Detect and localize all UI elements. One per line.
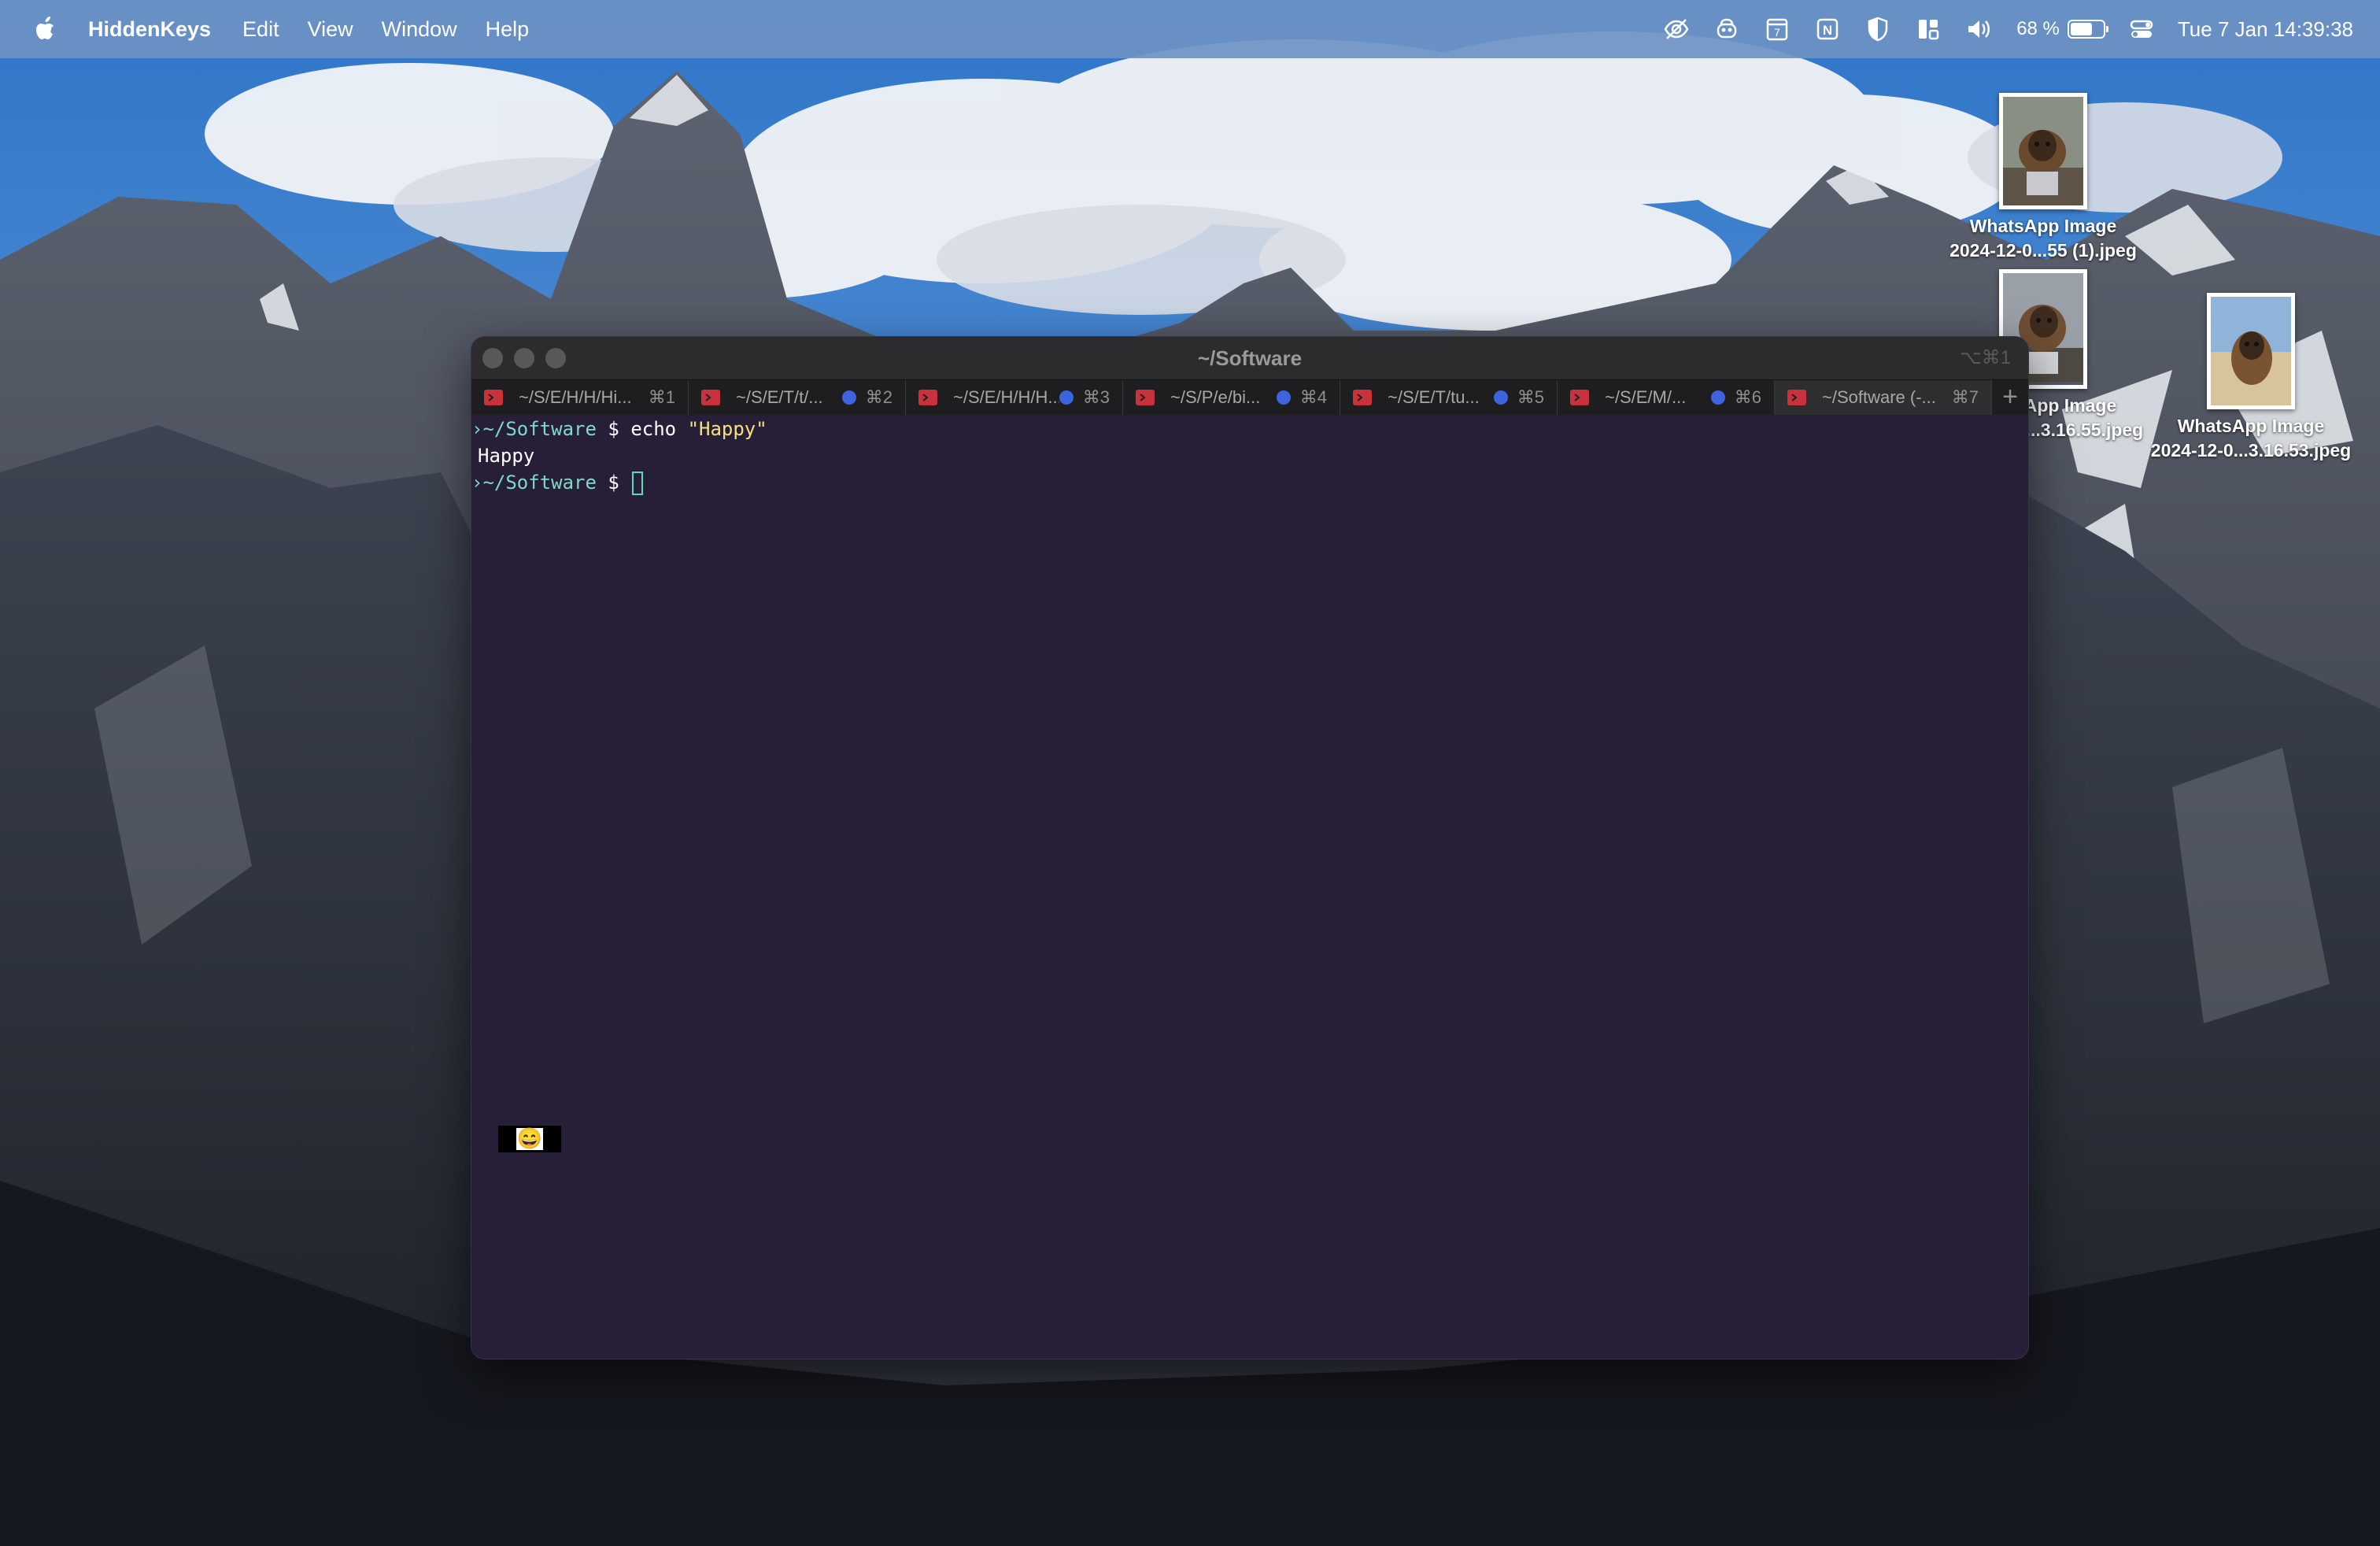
activity-dot-icon — [1059, 390, 1074, 405]
volume-icon[interactable] — [1964, 15, 1993, 43]
tab-label: ~/S/E/H/H/H... — [953, 387, 1059, 407]
prompt-symbol: $ — [596, 472, 631, 494]
terminal-window[interactable]: ~/Software ⌥⌘1 ~/S/E/H/H/Hi... ⌘1 ~/S/E/… — [471, 336, 2029, 1359]
control-center-icon[interactable] — [2127, 15, 2156, 43]
terminal-prompt-icon — [484, 390, 503, 405]
menu-clock[interactable]: Tue 7 Jan 14:39:38 — [2178, 17, 2353, 42]
menu-help[interactable]: Help — [486, 17, 530, 42]
prompt-path: ~/Software — [482, 418, 597, 440]
terminal-prompt-icon — [1136, 390, 1155, 405]
activity-dot-icon — [841, 390, 856, 405]
shield-icon[interactable] — [1864, 15, 1892, 43]
tab-label: ~/S/P/e/bi... — [1170, 387, 1261, 407]
command-string: "Happy" — [687, 418, 767, 440]
window-shortcut: ⌥⌘1 — [1959, 347, 2011, 368]
desktop-file-name-line2: 2024-12-0...3.16.53.jpeg — [2150, 440, 2352, 460]
emoji-overlay: 😄 — [498, 1126, 561, 1152]
desktop-file-name-line1: WhatsApp Image — [1969, 216, 2117, 236]
menu-window[interactable]: Window — [382, 17, 457, 42]
tab-shortcut: ⌘4 — [1299, 387, 1327, 407]
status-area: 7 N 68 % Tue 7 Jan 14:39:38 — [1640, 0, 2353, 58]
window-layout-icon[interactable] — [1914, 15, 1942, 43]
eye-slash-icon[interactable] — [1662, 15, 1691, 43]
terminal-prompt-icon — [701, 390, 720, 405]
tab-label: ~/S/E/T/tu... — [1388, 387, 1480, 407]
desktop-file-whatsapp-image-1[interactable]: WhatsApp Image 2024-12-0...55 (1).jpeg — [1925, 93, 2161, 263]
calendar-day: 7 — [1774, 26, 1780, 39]
tab-shortcut: ⌘2 — [865, 387, 893, 407]
menu-view[interactable]: View — [308, 17, 353, 42]
activity-dot-icon — [1493, 390, 1508, 405]
tab-shortcut: ⌘3 — [1082, 387, 1110, 407]
tab-2[interactable]: ~/S/E/T/t/... ⌘2 — [689, 380, 906, 415]
tab-5[interactable]: ~/S/E/T/tu... ⌘5 — [1340, 380, 1558, 415]
battery-percentage: 68 % — [2016, 18, 2060, 39]
tab-4[interactable]: ~/S/P/e/bi... ⌘4 — [1123, 380, 1340, 415]
terminal-prompt-icon — [918, 390, 937, 405]
tab-label: ~/Software (-... — [1822, 387, 1936, 407]
tab-7-active[interactable]: ~/Software (-... ⌘7 — [1775, 380, 1992, 415]
menu-app-name[interactable]: HiddenKeys — [88, 17, 211, 42]
desktop-file-name-line2: 2024-12-0...55 (1).jpeg — [1949, 240, 2137, 261]
prompt-arrow-icon: › — [471, 418, 483, 440]
battery-fill — [2070, 23, 2093, 35]
window-title: ~/Software — [1197, 346, 1303, 370]
desktop-file-name-line1: WhatsApp Image — [2177, 416, 2325, 436]
tab-1[interactable]: ~/S/E/H/H/Hi... ⌘1 — [471, 380, 689, 415]
notion-icon[interactable]: N — [1813, 15, 1842, 43]
activity-dot-icon — [1276, 390, 1291, 405]
image-thumbnail — [1999, 93, 2087, 209]
tab-shortcut: ⌘5 — [1517, 387, 1544, 407]
apple-logo-icon[interactable] — [30, 13, 61, 45]
tab-label: ~/S/E/H/H/Hi... — [519, 387, 632, 407]
terminal-prompt-icon — [1353, 390, 1372, 405]
grinning-face-emoji: 😄 — [516, 1127, 543, 1151]
prompt-arrow-icon: › — [471, 472, 483, 494]
terminal-content[interactable]: ›~/Software $ echo "Happy" Happy ›~/Soft… — [471, 416, 2028, 1359]
terminal-prompt-icon — [1787, 390, 1806, 405]
battery-icon[interactable] — [2067, 20, 2108, 39]
tab-3[interactable]: ~/S/E/H/H/H... ⌘3 — [906, 380, 1123, 415]
text-cursor — [632, 472, 644, 495]
tab-label: ~/S/E/M/... — [1605, 387, 1687, 407]
tab-shortcut: ⌘6 — [1734, 387, 1761, 407]
calendar-icon[interactable]: 7 — [1763, 15, 1791, 43]
terminal-prompt-icon — [1570, 390, 1589, 405]
copilot-icon[interactable] — [1713, 15, 1741, 43]
desktop-file-whatsapp-image-3[interactable]: WhatsApp Image 2024-12-0...3.16.53.jpeg — [2133, 293, 2369, 463]
notion-letter: N — [1823, 23, 1832, 38]
tab-6[interactable]: ~/S/E/M/... ⌘6 — [1558, 380, 1775, 415]
terminal-line-1: ›~/Software $ echo "Happy" — [471, 416, 767, 442]
command-text: echo — [630, 418, 688, 440]
menu-edit[interactable]: Edit — [242, 17, 279, 42]
terminal-line-3: ›~/Software $ — [471, 469, 644, 496]
terminal-title-bar[interactable]: ~/Software ⌥⌘1 — [471, 337, 2028, 379]
image-thumbnail — [2207, 293, 2295, 409]
tab-label: ~/S/E/T/t/... — [736, 387, 823, 407]
prompt-symbol: $ — [596, 418, 631, 440]
terminal-output-line: Happy — [478, 445, 535, 467]
prompt-path: ~/Software — [482, 472, 597, 494]
activity-dot-icon — [1710, 390, 1725, 405]
menu-bar: HiddenKeys Edit View Window Help 7 N 68 … — [0, 0, 2380, 58]
tab-bar: ~/S/E/H/H/Hi... ⌘1 ~/S/E/T/t/... ⌘2 ~/S/… — [471, 379, 2028, 415]
tab-shortcut: ⌘1 — [648, 387, 675, 407]
tab-shortcut: ⌘7 — [1951, 387, 1979, 407]
new-tab-button[interactable]: + — [1992, 380, 2028, 415]
